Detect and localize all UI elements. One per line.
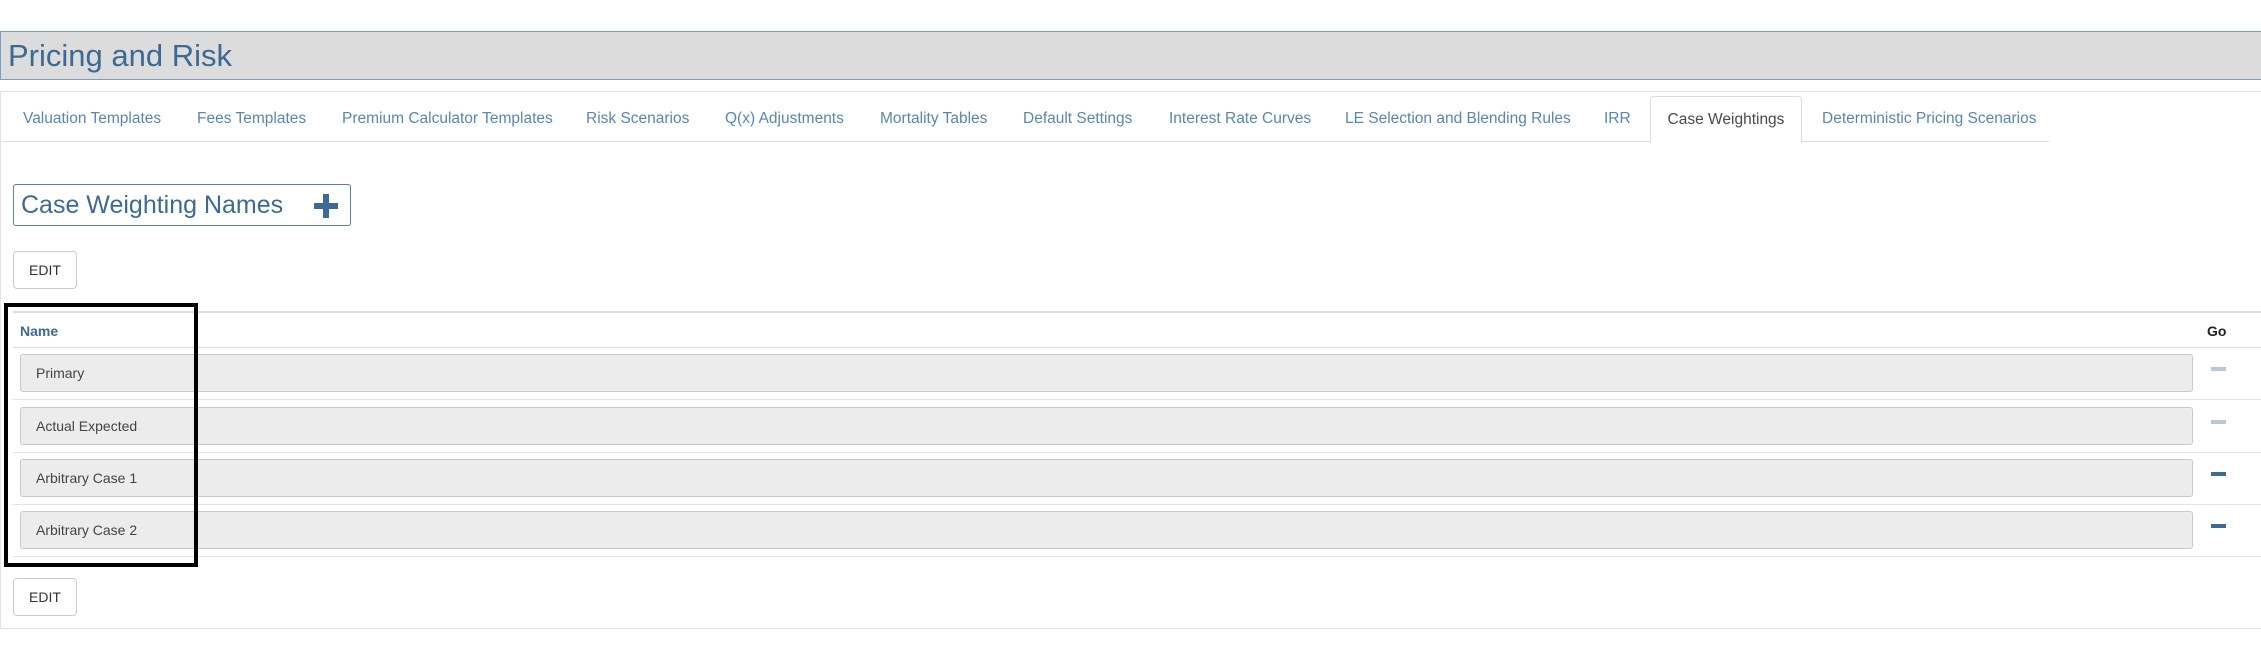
minus-icon[interactable] [2211,420,2226,424]
table-row: Arbitrary Case 1 [13,453,2261,505]
tab-fees-templates[interactable]: Fees Templates [197,96,306,142]
tab-risk-scenarios[interactable]: Risk Scenarios [586,96,689,142]
edit-button-top[interactable]: EDIT [13,251,77,289]
tab-le-selection-and-blending-rules[interactable]: LE Selection and Blending Rules [1345,96,1571,142]
minus-icon[interactable] [2211,472,2226,476]
tab-default-settings[interactable]: Default Settings [1023,96,1132,142]
minus-icon[interactable] [2211,524,2226,528]
table-top-divider [13,311,2261,313]
tab-irr[interactable]: IRR [1604,96,1631,142]
edit-button-bottom[interactable]: EDIT [13,578,77,616]
tab-mortality-tables[interactable]: Mortality Tables [880,96,987,142]
case-name-input[interactable]: Arbitrary Case 2 [20,511,2193,549]
tab-premium-calculator-templates[interactable]: Premium Calculator Templates [342,96,553,142]
table-row: Primary [13,348,2261,400]
column-header-name[interactable]: Name [20,321,58,341]
plus-icon[interactable] [314,194,338,218]
tab-deterministic-pricing-scenarios[interactable]: Deterministic Pricing Scenarios [1822,96,2037,142]
column-header-go: Go [2207,323,2227,339]
case-name-input[interactable]: Actual Expected [20,407,2193,445]
case-name-input[interactable]: Primary [20,354,2193,392]
page-title-bar: Pricing and Risk [0,31,2261,80]
table-row: Actual Expected [13,401,2261,453]
tab-valuation-templates[interactable]: Valuation Templates [23,96,161,142]
tab-qx-adjustments[interactable]: Q(x) Adjustments [725,96,844,142]
section-title: Case Weighting Names [21,191,284,219]
tab-interest-rate-curves[interactable]: Interest Rate Curves [1169,96,1311,142]
section-header: Case Weighting Names [13,184,351,226]
minus-icon[interactable] [2211,367,2226,371]
table-row: Arbitrary Case 2 [13,505,2261,557]
page-title: Pricing and Risk [8,38,232,73]
tab-case-weightings[interactable]: Case Weightings [1650,96,1802,143]
case-name-input[interactable]: Arbitrary Case 1 [20,459,2193,497]
tab-bar: Valuation Templates Fees Templates Premi… [3,96,2049,143]
